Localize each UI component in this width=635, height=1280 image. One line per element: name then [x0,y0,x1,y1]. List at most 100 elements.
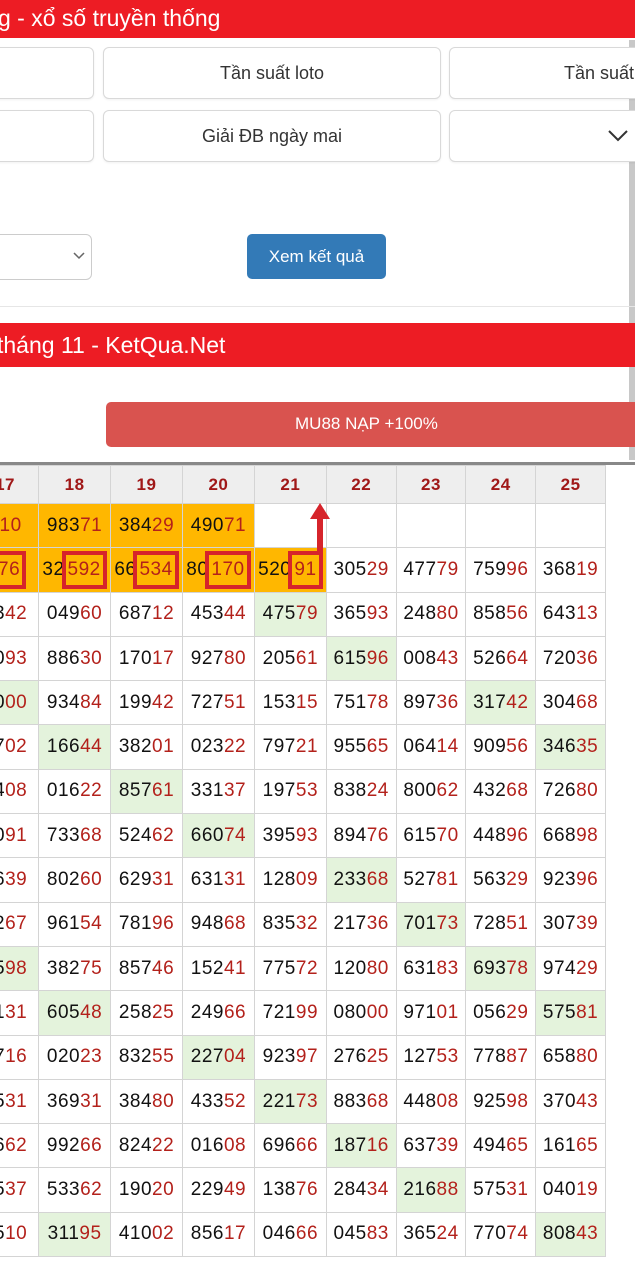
number-tail: 79 [295,603,319,625]
number-tail: 08 [223,1134,247,1156]
number-tail: 68 [223,913,247,935]
number-tail: 29 [576,957,599,979]
result-cell: 63131 [181,857,255,903]
result-cell: 31742 [465,680,537,726]
result-cell: 66 534 [110,547,183,593]
number-head: 311 [47,1223,80,1245]
result-cell: 92780 [181,635,255,682]
number-tail: 24 [366,780,389,802]
number-tail: 62 [5,1134,28,1156]
number-head: 384 [118,514,153,536]
number-tail: 25 [152,1001,175,1023]
number-tail: 22 [152,1134,175,1156]
result-cell: 52664 [465,635,537,682]
number-head: 023 [190,736,224,758]
date-select[interactable] [0,234,92,280]
result-cell: 77887 [465,1034,537,1080]
result-cell: 5702 [0,724,40,770]
ad-banner-button[interactable]: MU88 NẠP +100% [106,402,635,447]
result-cell [465,502,537,549]
number-tail: 96 [366,647,389,669]
number-head: 307 [542,913,577,935]
number-tail: 54 [80,913,103,935]
number-head: 800 [403,780,437,802]
view-results-button[interactable]: Xem kết quả [247,234,386,279]
number-tail: 65 [506,1134,529,1156]
result-cell: 77074 [465,1211,537,1258]
result-cell: 04019 [535,1167,606,1213]
number-tail: 66 [295,1134,319,1156]
number-tail: 62 [80,1179,103,1201]
number-head: 433 [190,1090,224,1112]
number-head: 778 [473,1046,507,1068]
result-cell: 24966 [181,990,255,1036]
number-tail: 39 [576,913,599,935]
number-head: 046 [262,1223,296,1245]
number-head: 526 [473,647,507,669]
number-tail: 22 [223,736,247,758]
number-head: 728 [473,913,507,935]
day-header: 23 [395,465,467,504]
number-head: 955 [333,736,367,758]
result-cell: 63183 [395,945,467,992]
result-cell: 66074 [181,813,255,859]
number-tail: 23 [80,1046,103,1068]
scrollbar[interactable] [629,40,635,460]
result-cell: 36524 [395,1211,467,1258]
number-tail: 39 [436,1134,459,1156]
number-tail: 37 [5,1179,28,1201]
nav-button-left-2[interactable] [0,110,94,162]
number-head: 040 [542,1179,577,1201]
highlight-box: 170 [205,550,251,589]
result-cell: 36819 [535,547,606,593]
number-head: 838 [333,780,367,802]
result-cell: 75996 [465,547,537,593]
result-cell: 7267 [0,901,40,947]
number-tail: 31 [5,1001,28,1023]
result-cell: 576 [0,547,40,593]
result-cell: 38201 [110,724,183,770]
result-cell: 52462 [110,813,183,859]
table-row: 9342049606871245344475793659324880858566… [0,591,606,637]
number-tail: 16 [5,1046,28,1068]
number-tail: 36 [366,913,389,935]
number-tail: 95 [79,1223,102,1245]
number-head: 120 [333,957,367,979]
number-head: 824 [118,1134,153,1156]
number-head: 533 [46,1179,81,1201]
table-row: 5000934841994272751153157517889736317423… [0,680,606,726]
number-tail: 53 [295,780,319,802]
nav-label: Giải ĐB ngày mai [201,125,343,146]
result-cell: 12753 [395,1034,467,1080]
result-cell: 56329 [465,857,537,903]
nav-button-giai-db-ngay-mai[interactable]: Giải ĐB ngày mai [103,110,441,162]
result-cell: 22173 [253,1078,327,1125]
nav-more-dropdown[interactable] [449,110,635,162]
number-head: 395 [262,824,296,846]
number-head: 370 [542,1090,577,1112]
number-head: 637 [403,1134,437,1156]
number-tail: 22 [80,780,103,802]
number-tail: 74 [223,824,247,846]
result-cell: 80062 [395,768,467,815]
result-cell: 22949 [181,1167,255,1213]
result-cell [325,502,397,549]
nav-button-tan-suat[interactable]: Tần suất [449,47,635,99]
result-cell: 72751 [181,680,255,726]
result-cell: 2598 [0,945,40,992]
number-head: 448 [473,824,507,846]
highlight-box: 592 [61,550,107,589]
result-cell: 32 592 [38,547,112,593]
result-cell: 3510 [0,1211,40,1258]
day-header: 19 [110,465,183,504]
result-cell: 92598 [465,1078,537,1125]
nav-button-tan-suat-loto[interactable]: Tần suất loto [103,47,441,99]
number-tail: 36 [576,647,599,669]
number-head: 781 [118,913,153,935]
result-cell: 61596 [325,635,397,682]
result-cell: 89476 [325,813,397,859]
result-cell: 73368 [38,813,112,859]
nav-button-left-1[interactable] [0,47,94,99]
table-row: 5408016228576133137197538382480062432687… [0,768,606,815]
result-cell: 27625 [325,1034,397,1080]
